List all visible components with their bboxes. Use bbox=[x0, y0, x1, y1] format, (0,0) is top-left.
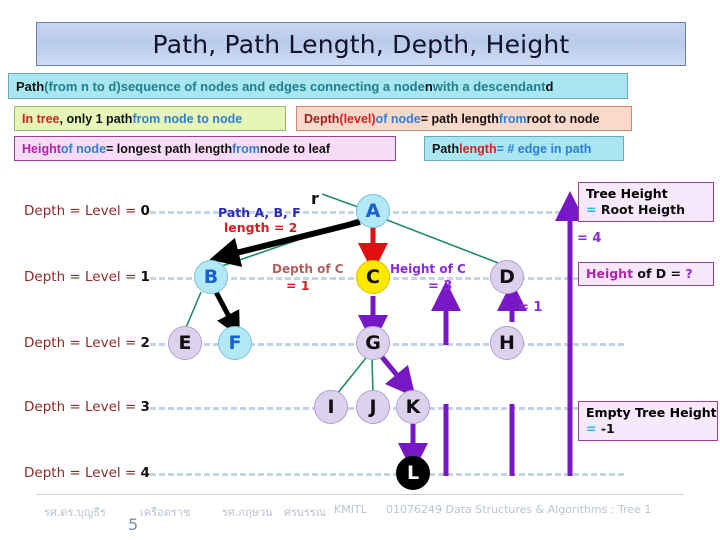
tree-height-line2-wrap: = Root Heigth bbox=[586, 202, 706, 218]
arrow-g-to-k bbox=[380, 355, 416, 398]
height-of-d-part3: ? bbox=[685, 266, 693, 281]
root-pointer-label: r bbox=[311, 189, 319, 208]
tree-node-I[interactable]: I bbox=[314, 390, 348, 424]
tree-node-F[interactable]: F bbox=[218, 326, 252, 360]
height-of-d-part2: of D = bbox=[633, 266, 686, 281]
footer-author-3: รศ.กฤษวน bbox=[222, 506, 273, 519]
annotation-path-abf: Path A, B, F bbox=[218, 205, 301, 220]
annotation-depth-of-c-value: = 1 bbox=[286, 278, 310, 293]
empty-tree-line2-wrap: = -1 bbox=[586, 421, 710, 437]
footer-author-4: ศรบรรณ bbox=[284, 506, 326, 519]
page-number: 5 bbox=[128, 515, 139, 534]
height-of-d-box: Height of D = ? bbox=[578, 262, 714, 286]
arrow-path-b-to-f bbox=[213, 290, 240, 338]
tree-height-equals: = bbox=[586, 202, 601, 217]
annotation-depth-of-c: Depth of C bbox=[272, 262, 344, 276]
tree-height-line2: Root Heigth bbox=[600, 202, 686, 217]
height-of-d-part1: Height bbox=[586, 266, 634, 281]
footer-author-2: เครือตราช bbox=[140, 506, 191, 519]
root-pointer-edge bbox=[321, 193, 359, 208]
empty-tree-line1: Empty Tree Height bbox=[586, 405, 717, 420]
tree-node-K[interactable]: K bbox=[396, 390, 430, 424]
tree-node-E[interactable]: E bbox=[168, 326, 202, 360]
annotation-path-abf-length: length = 2 bbox=[224, 220, 298, 235]
footer-course: 01076249 Data Structures & Algorithms : … bbox=[386, 503, 652, 516]
empty-tree-value: -1 bbox=[600, 421, 615, 436]
annotation-height-of-c-value: = 3 bbox=[428, 279, 453, 294]
edge-g-j bbox=[371, 359, 374, 395]
empty-tree-equals: = bbox=[586, 421, 601, 436]
footer-institution: KMITL bbox=[334, 503, 367, 516]
tree-node-J[interactable]: J bbox=[356, 390, 390, 424]
tree-node-B[interactable]: B bbox=[194, 260, 228, 294]
edge-b-e bbox=[184, 291, 202, 331]
edge-a-d bbox=[386, 219, 507, 267]
empty-tree-height-box: Empty Tree Height = -1 bbox=[578, 401, 718, 441]
footer-divider bbox=[36, 494, 684, 495]
tree-height-line1: Tree Height bbox=[586, 186, 668, 201]
tree-node-G[interactable]: G bbox=[356, 326, 390, 360]
tree-node-C[interactable]: C bbox=[356, 260, 390, 294]
tree-node-D[interactable]: D bbox=[490, 260, 524, 294]
edge-g-i bbox=[336, 357, 367, 395]
slide-canvas: Path, Path Length, Depth, Height Path (f… bbox=[0, 0, 720, 540]
tree-height-box: Tree Height = Root Heigth bbox=[578, 182, 714, 222]
annotation-height-of-c: Height of C bbox=[390, 262, 466, 276]
footer-author-1: รศ.ดร.บุญธีร bbox=[44, 506, 106, 519]
tree-node-H[interactable]: H bbox=[490, 326, 524, 360]
annotation-height-of-d-value: = 1 bbox=[518, 300, 543, 315]
tree-node-L[interactable]: L bbox=[396, 456, 430, 490]
tree-node-A[interactable]: A bbox=[356, 194, 390, 228]
annotation-tree-height-value: = 4 bbox=[577, 231, 602, 246]
